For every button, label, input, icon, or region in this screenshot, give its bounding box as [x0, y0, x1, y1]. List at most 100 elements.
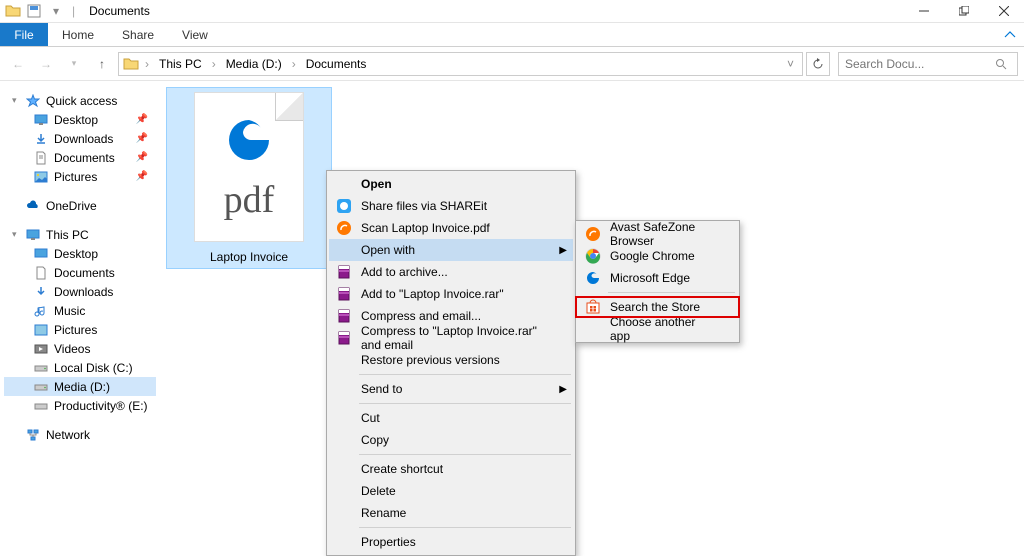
menu-item[interactable]: Open with▶ — [329, 239, 573, 261]
menu-item[interactable]: Create shortcut — [329, 458, 573, 480]
menu-item-label: Restore previous versions — [361, 353, 500, 367]
drive-icon — [34, 361, 48, 375]
sidebar-item-label: Pictures — [54, 170, 97, 184]
breadcrumb[interactable]: Media (D:) — [222, 57, 286, 71]
menu-item[interactable]: Send to ▶ — [329, 378, 573, 400]
ribbon-toggle-icon[interactable] — [1004, 23, 1024, 46]
edge-icon — [584, 269, 602, 287]
sidebar-item-downloads[interactable]: Downloads 📌 — [4, 129, 156, 148]
menu-item-label: Add to "Laptop Invoice.rar" — [361, 287, 504, 301]
window-titlebar: ▾ | Documents — [0, 0, 1024, 23]
menu-item-label: Send to — [361, 382, 402, 396]
edge-logo-icon — [221, 112, 277, 168]
qat-save-icon[interactable] — [24, 1, 44, 21]
menu-item[interactable]: Cut — [329, 407, 573, 429]
computer-icon — [26, 228, 40, 242]
winrar-icon — [335, 263, 353, 281]
tab-share[interactable]: Share — [108, 23, 168, 46]
menu-item[interactable]: Share files via SHAREit — [329, 195, 573, 217]
sidebar-item-label: Documents — [54, 151, 115, 165]
minimize-button[interactable] — [904, 0, 944, 23]
titlebar-left: ▾ | Documents — [0, 1, 150, 21]
navigation-pane[interactable]: ▾ Quick access Desktop 📌 Downloads 📌 Doc… — [0, 81, 160, 525]
winrar-icon — [335, 285, 353, 303]
desktop-icon — [34, 247, 48, 261]
sidebar-item-media-d[interactable]: Media (D:) — [4, 377, 156, 396]
sidebar-item-label: Network — [46, 428, 90, 442]
menu-item[interactable]: Add to archive... — [329, 261, 573, 283]
close-button[interactable] — [984, 0, 1024, 23]
menu-divider — [359, 527, 571, 528]
sidebar-item-label: Pictures — [54, 323, 97, 337]
folder-icon — [4, 2, 22, 20]
menu-item[interactable]: Restore previous versions — [329, 349, 573, 371]
submenu-item[interactable]: Choose another app — [578, 318, 737, 340]
tab-view[interactable]: View — [168, 23, 222, 46]
submenu-item[interactable]: Avast SafeZone Browser — [578, 223, 737, 245]
sidebar-item-music[interactable]: Music — [4, 301, 156, 320]
submenu-item-label: Google Chrome — [610, 249, 695, 263]
breadcrumb[interactable]: Documents — [302, 57, 371, 71]
sidebar-item-pictures[interactable]: Pictures 📌 — [4, 167, 156, 186]
menu-item-label: Scan Laptop Invoice.pdf — [361, 221, 490, 235]
chrome-icon — [584, 247, 602, 265]
submenu-arrow-icon: ▶ — [559, 245, 567, 256]
menu-item-label: Cut — [361, 411, 380, 425]
menu-item[interactable]: Delete — [329, 480, 573, 502]
sidebar-this-pc[interactable]: ▾ This PC — [4, 225, 156, 244]
menu-item[interactable]: Open — [329, 173, 573, 195]
sidebar-onedrive[interactable]: OneDrive — [4, 196, 156, 215]
download-icon — [34, 285, 48, 299]
address-dropdown-icon[interactable]: ˅ — [783, 57, 798, 71]
sidebar-item-desktop[interactable]: Desktop — [4, 244, 156, 263]
menu-item[interactable]: Scan Laptop Invoice.pdf — [329, 217, 573, 239]
sidebar-item-documents[interactable]: Documents 📌 — [4, 148, 156, 167]
music-icon — [34, 304, 48, 318]
breadcrumb-separator[interactable]: › — [290, 57, 298, 71]
network-icon — [26, 428, 40, 442]
breadcrumb-separator[interactable]: › — [210, 57, 218, 71]
sidebar-item-label: Quick access — [46, 94, 117, 108]
sidebar-item-label: Media (D:) — [54, 380, 110, 394]
search-box[interactable] — [838, 52, 1018, 76]
sidebar-quick-access[interactable]: ▾ Quick access — [4, 91, 156, 110]
sidebar-item-pictures[interactable]: Pictures — [4, 320, 156, 339]
file-tab[interactable]: File — [0, 23, 48, 46]
menu-item[interactable]: Compress to "Laptop Invoice.rar" and ema… — [329, 327, 573, 349]
submenu-arrow-icon: ▶ — [559, 384, 567, 395]
submenu-item[interactable]: Microsoft Edge — [578, 267, 737, 289]
sidebar-item-local-disk-c[interactable]: Local Disk (C:) — [4, 358, 156, 377]
address-bar[interactable]: › This PC › Media (D:) › Documents ˅ — [118, 52, 803, 76]
navigation-bar: ← → ▾ ↑ › This PC › Media (D:) › Documen… — [0, 47, 1024, 81]
menu-item[interactable]: Properties — [329, 531, 573, 553]
sidebar-item-downloads[interactable]: Downloads — [4, 282, 156, 301]
menu-divider — [359, 454, 571, 455]
back-button[interactable]: ← — [6, 52, 30, 76]
submenu-item[interactable]: Google Chrome — [578, 245, 737, 267]
address-folder-icon — [123, 56, 139, 72]
maximize-button[interactable] — [944, 0, 984, 23]
up-button[interactable]: ↑ — [90, 52, 114, 76]
pin-icon: 📌 — [136, 152, 148, 163]
sidebar-item-productivity-e[interactable]: Productivity® (E:) — [4, 396, 156, 415]
breadcrumb-separator[interactable]: › — [143, 57, 151, 71]
download-icon — [34, 132, 48, 146]
document-icon — [34, 266, 48, 280]
tab-home[interactable]: Home — [48, 23, 108, 46]
refresh-button[interactable] — [806, 52, 830, 76]
qat-dropdown-icon[interactable]: ▾ — [46, 1, 66, 21]
sidebar-item-videos[interactable]: Videos — [4, 339, 156, 358]
recent-dropdown-icon[interactable]: ▾ — [62, 52, 86, 76]
file-item-selected[interactable]: pdf Laptop Invoice — [166, 87, 332, 269]
menu-item-label: Rename — [361, 506, 406, 520]
sidebar-item-desktop[interactable]: Desktop 📌 — [4, 110, 156, 129]
menu-item[interactable]: Copy — [329, 429, 573, 451]
search-input[interactable] — [845, 57, 995, 71]
sidebar-item-documents[interactable]: Documents — [4, 263, 156, 282]
search-icon[interactable] — [995, 58, 1007, 70]
forward-button[interactable]: → — [34, 52, 58, 76]
menu-item[interactable]: Rename — [329, 502, 573, 524]
sidebar-network[interactable]: Network — [4, 425, 156, 444]
menu-item[interactable]: Add to "Laptop Invoice.rar" — [329, 283, 573, 305]
breadcrumb[interactable]: This PC — [155, 57, 206, 71]
